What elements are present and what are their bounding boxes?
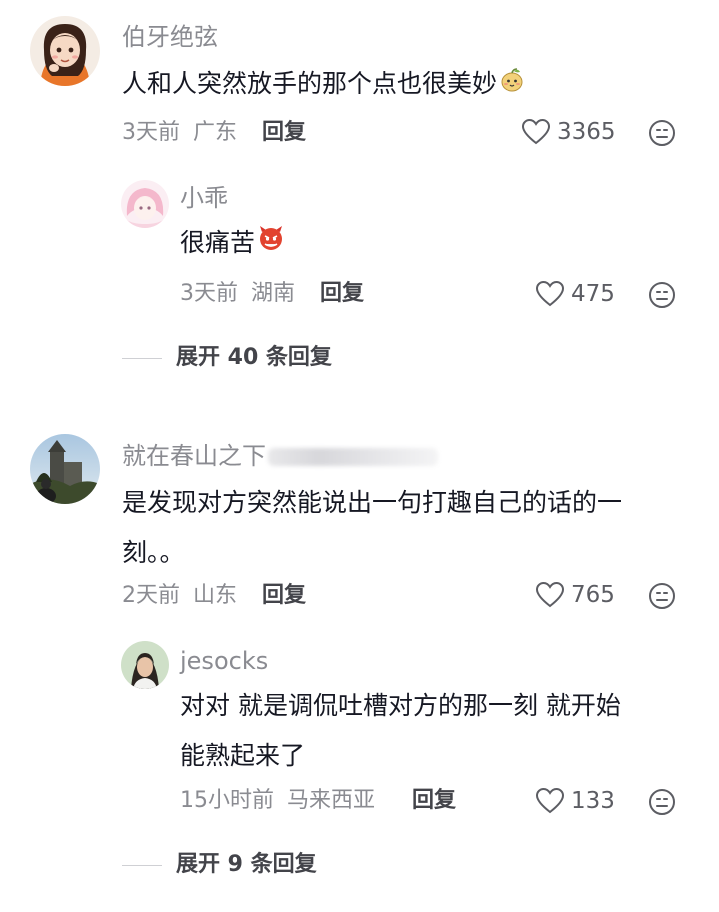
heart-outline-icon bbox=[535, 581, 565, 608]
reply-text-line: 对对 就是调侃吐槽对方的那一刻 就开始 bbox=[180, 691, 621, 720]
expand-replies-button[interactable]: 展开 40 条回复 bbox=[122, 343, 332, 373]
comment-meta: 2天前 山东 bbox=[122, 581, 237, 611]
reply-username[interactable]: jesocks bbox=[180, 646, 268, 676]
avatar[interactable] bbox=[30, 16, 100, 86]
reply-time: 15小时前 bbox=[180, 788, 274, 813]
reply-location: 湖南 bbox=[251, 281, 296, 306]
username-blur-overlay bbox=[268, 448, 438, 466]
like-count: 475 bbox=[571, 281, 615, 307]
comment-time: 3天前 bbox=[122, 120, 180, 145]
heart-outline-icon bbox=[535, 787, 565, 814]
reply-meta: 15小时前 马来西亚 bbox=[180, 786, 375, 816]
reply-button[interactable]: 回复 bbox=[262, 581, 306, 611]
reply-text: 对对 就是调侃吐槽对方的那一刻 就开始 能熟起来了 bbox=[180, 681, 621, 781]
reply-button[interactable]: 回复 bbox=[262, 118, 306, 148]
like-count: 765 bbox=[571, 582, 615, 608]
dislike-button[interactable] bbox=[648, 788, 676, 820]
neutral-face-icon bbox=[649, 282, 675, 308]
avatar[interactable] bbox=[121, 180, 169, 228]
comment-text: 人和人突然放手的那个点也很美妙 bbox=[122, 59, 525, 110]
reply-text-line: 能熟起来了 bbox=[180, 741, 306, 770]
avatar[interactable] bbox=[121, 641, 169, 689]
comment-username[interactable]: 就在春山之下 bbox=[122, 441, 438, 471]
devil-emoji-icon bbox=[257, 219, 285, 269]
reply-location: 马来西亚 bbox=[287, 788, 376, 813]
heart-outline-icon bbox=[521, 118, 551, 145]
neutral-face-icon bbox=[649, 789, 675, 815]
expand-replies-button[interactable]: 展开 9 条回复 bbox=[122, 850, 317, 880]
reply-text-body: 很痛苦 bbox=[180, 228, 256, 257]
expand-replies-label: 展开 9 条回复 bbox=[176, 852, 317, 877]
dislike-button[interactable] bbox=[648, 119, 676, 151]
dislike-button[interactable] bbox=[648, 582, 676, 614]
like-button[interactable]: 3365 bbox=[521, 117, 616, 147]
avatar-woman-photo bbox=[121, 641, 169, 689]
neutral-face-icon bbox=[649, 583, 675, 609]
comment-location: 山东 bbox=[193, 583, 238, 608]
reply-button[interactable]: 回复 bbox=[412, 786, 456, 816]
comment-text-line: 刻。。 bbox=[122, 538, 185, 567]
reply-time: 3天前 bbox=[180, 281, 238, 306]
dislike-button[interactable] bbox=[648, 281, 676, 313]
pear-emoji-icon bbox=[499, 60, 525, 110]
reply-username[interactable]: 小乖 bbox=[180, 183, 228, 213]
neutral-face-icon bbox=[649, 120, 675, 146]
expand-replies-label: 展开 40 条回复 bbox=[176, 345, 332, 370]
expand-divider bbox=[122, 864, 162, 866]
avatar[interactable] bbox=[30, 434, 100, 504]
heart-outline-icon bbox=[535, 280, 565, 307]
avatar-castle-photo bbox=[30, 434, 100, 504]
comment-meta: 3天前 广东 bbox=[122, 118, 237, 148]
comment-text-body: 人和人突然放手的那个点也很美妙 bbox=[122, 69, 498, 98]
reply-meta: 3天前 湖南 bbox=[180, 279, 295, 309]
like-count: 133 bbox=[571, 788, 615, 814]
avatar-anime-image bbox=[121, 180, 169, 228]
expand-divider bbox=[122, 357, 162, 359]
comment-text: 是发现对方突然能说出一句打趣自己的话的一 刻。。 bbox=[122, 478, 622, 578]
like-button[interactable]: 133 bbox=[535, 786, 615, 816]
avatar-girl-image bbox=[30, 16, 100, 86]
comment-username-text: 就在春山之下 bbox=[122, 442, 266, 470]
like-button[interactable]: 475 bbox=[535, 279, 615, 309]
like-button[interactable]: 765 bbox=[535, 580, 615, 610]
like-count: 3365 bbox=[557, 119, 616, 145]
reply-button[interactable]: 回复 bbox=[320, 279, 364, 309]
comment-username[interactable]: 伯牙绝弦 bbox=[122, 22, 218, 52]
comment-time: 2天前 bbox=[122, 583, 180, 608]
comment-text-line: 是发现对方突然能说出一句打趣自己的话的一 bbox=[122, 488, 623, 517]
reply-text: 很痛苦 bbox=[180, 218, 285, 269]
comment-location: 广东 bbox=[193, 120, 238, 145]
